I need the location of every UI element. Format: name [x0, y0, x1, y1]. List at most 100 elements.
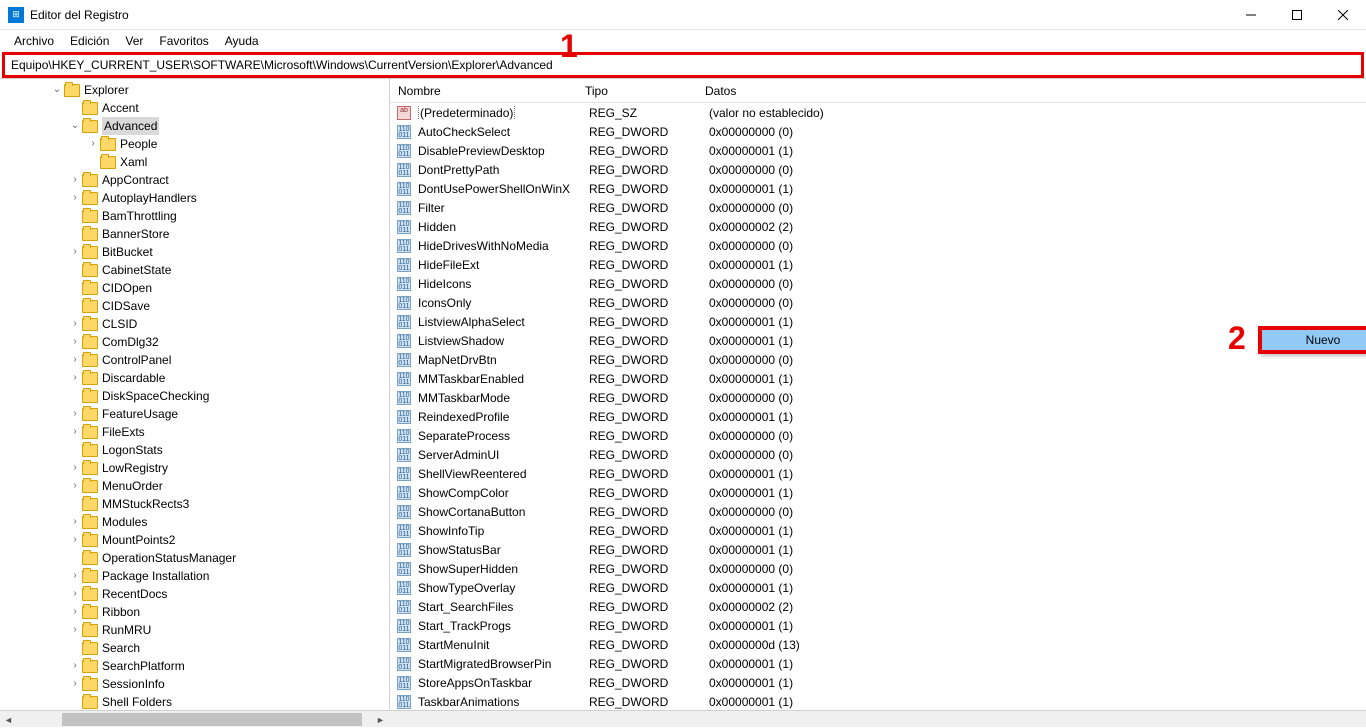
- chevron-icon[interactable]: ›: [86, 135, 100, 153]
- scroll-right-icon[interactable]: ►: [372, 711, 389, 728]
- tree-item[interactable]: ›SearchPlatform: [0, 657, 389, 675]
- tree-item[interactable]: ›SessionInfo: [0, 675, 389, 693]
- value-row[interactable]: 110 011StartMigratedBrowserPinREG_DWORD0…: [390, 654, 1366, 673]
- value-row[interactable]: 110 011HiddenREG_DWORD0x00000002 (2): [390, 217, 1366, 236]
- chevron-icon[interactable]: ⌄: [68, 117, 82, 135]
- chevron-icon[interactable]: ›: [68, 585, 82, 603]
- value-row[interactable]: 110 011ServerAdminUIREG_DWORD0x00000000 …: [390, 445, 1366, 464]
- value-row[interactable]: 110 011HideIconsREG_DWORD0x00000000 (0): [390, 274, 1366, 293]
- tree-item[interactable]: MMStuckRects3: [0, 495, 389, 513]
- tree-item[interactable]: CabinetState: [0, 261, 389, 279]
- chevron-icon[interactable]: ›: [68, 333, 82, 351]
- tree-item[interactable]: ›BitBucket: [0, 243, 389, 261]
- tree-item[interactable]: ›FeatureUsage: [0, 405, 389, 423]
- value-row[interactable]: 110 011AutoCheckSelectREG_DWORD0x0000000…: [390, 122, 1366, 141]
- value-row[interactable]: 110 011ReindexedProfileREG_DWORD0x000000…: [390, 407, 1366, 426]
- value-row[interactable]: 110 011ShellViewReenteredREG_DWORD0x0000…: [390, 464, 1366, 483]
- value-row[interactable]: 110 011Start_SearchFilesREG_DWORD0x00000…: [390, 597, 1366, 616]
- tree-item[interactable]: OperationStatusManager: [0, 549, 389, 567]
- value-row[interactable]: 110 011HideFileExtREG_DWORD0x00000001 (1…: [390, 255, 1366, 274]
- value-row[interactable]: 110 011DisablePreviewDesktopREG_DWORD0x0…: [390, 141, 1366, 160]
- value-row[interactable]: 110 011ListviewAlphaSelectREG_DWORD0x000…: [390, 312, 1366, 331]
- scroll-left-icon[interactable]: ◄: [0, 711, 17, 728]
- tree-item[interactable]: ›Package Installation: [0, 567, 389, 585]
- chevron-icon[interactable]: ›: [68, 477, 82, 495]
- chevron-icon[interactable]: ›: [68, 171, 82, 189]
- chevron-icon[interactable]: ›: [68, 243, 82, 261]
- value-row[interactable]: 110 011MMTaskbarEnabledREG_DWORD0x000000…: [390, 369, 1366, 388]
- menu-edicion[interactable]: Edición: [62, 32, 117, 50]
- chevron-icon[interactable]: ›: [68, 513, 82, 531]
- menu-ver[interactable]: Ver: [117, 32, 151, 50]
- chevron-icon[interactable]: ›: [68, 459, 82, 477]
- tree-item[interactable]: ›LowRegistry: [0, 459, 389, 477]
- tree-item[interactable]: ›ComDlg32: [0, 333, 389, 351]
- close-button[interactable]: [1320, 0, 1366, 30]
- tree-item[interactable]: ›RunMRU: [0, 621, 389, 639]
- value-row[interactable]: 110 011MMTaskbarModeREG_DWORD0x00000000 …: [390, 388, 1366, 407]
- value-row[interactable]: 110 011Start_TrackProgsREG_DWORD0x000000…: [390, 616, 1366, 635]
- tree-item[interactable]: Search: [0, 639, 389, 657]
- chevron-icon[interactable]: ⌄: [50, 81, 64, 99]
- value-row[interactable]: 110 011ShowCompColorREG_DWORD0x00000001 …: [390, 483, 1366, 502]
- col-type[interactable]: Tipo: [585, 84, 705, 98]
- minimize-button[interactable]: [1228, 0, 1274, 30]
- chevron-icon[interactable]: ›: [68, 675, 82, 693]
- tree-item[interactable]: LogonStats: [0, 441, 389, 459]
- value-row[interactable]: 110 011DontUsePowerShellOnWinXREG_DWORD0…: [390, 179, 1366, 198]
- tree-item[interactable]: ›MenuOrder: [0, 477, 389, 495]
- col-name[interactable]: Nombre: [390, 84, 585, 98]
- tree-item[interactable]: ›RecentDocs: [0, 585, 389, 603]
- value-row[interactable]: 110 011StartMenuInitREG_DWORD0x0000000d …: [390, 635, 1366, 654]
- maximize-button[interactable]: [1274, 0, 1320, 30]
- tree-item[interactable]: ›FileExts: [0, 423, 389, 441]
- values-panel[interactable]: Nombre Tipo Datos ab(Predeterminado)REG_…: [390, 79, 1366, 709]
- chevron-icon[interactable]: ›: [68, 405, 82, 423]
- value-row[interactable]: 110 011ShowSuperHiddenREG_DWORD0x0000000…: [390, 559, 1366, 578]
- col-data[interactable]: Datos: [705, 84, 1366, 98]
- menu-ayuda[interactable]: Ayuda: [217, 32, 267, 50]
- tree-item[interactable]: CIDOpen: [0, 279, 389, 297]
- chevron-icon[interactable]: ›: [68, 423, 82, 441]
- value-row[interactable]: 110 011TaskbarAnimationsREG_DWORD0x00000…: [390, 692, 1366, 709]
- value-row[interactable]: ab(Predeterminado)REG_SZ(valor no establ…: [390, 103, 1366, 122]
- menu-item-nuevo[interactable]: Nuevo ▶: [1262, 330, 1366, 350]
- value-row[interactable]: 110 011MapNetDrvBtnREG_DWORD0x00000000 (…: [390, 350, 1366, 369]
- chevron-icon[interactable]: ›: [68, 621, 82, 639]
- value-row[interactable]: 110 011ShowStatusBarREG_DWORD0x00000001 …: [390, 540, 1366, 559]
- value-row[interactable]: 110 011ListviewShadowREG_DWORD0x00000001…: [390, 331, 1366, 350]
- tree-item[interactable]: DiskSpaceChecking: [0, 387, 389, 405]
- chevron-icon[interactable]: ›: [68, 315, 82, 333]
- value-row[interactable]: 110 011SeparateProcessREG_DWORD0x0000000…: [390, 426, 1366, 445]
- tree-item[interactable]: ›ControlPanel: [0, 351, 389, 369]
- chevron-icon[interactable]: ›: [68, 351, 82, 369]
- tree-item[interactable]: ›AutoplayHandlers: [0, 189, 389, 207]
- tree-item[interactable]: ›People: [0, 135, 389, 153]
- tree-item[interactable]: ›AppContract: [0, 171, 389, 189]
- tree-item[interactable]: ⌄Explorer: [0, 81, 389, 99]
- tree-item[interactable]: Accent: [0, 99, 389, 117]
- value-row[interactable]: 110 011ShowInfoTipREG_DWORD0x00000001 (1…: [390, 521, 1366, 540]
- menu-favoritos[interactable]: Favoritos: [151, 32, 216, 50]
- chevron-icon[interactable]: ›: [68, 369, 82, 387]
- scroll-thumb[interactable]: [62, 713, 362, 726]
- horizontal-scrollbar[interactable]: ◄ ►: [0, 710, 1366, 727]
- address-bar[interactable]: Equipo\HKEY_CURRENT_USER\SOFTWARE\Micros…: [2, 52, 1364, 78]
- context-menu-nuevo[interactable]: Nuevo ▶: [1258, 326, 1366, 354]
- value-row[interactable]: 110 011ShowTypeOverlayREG_DWORD0x0000000…: [390, 578, 1366, 597]
- value-row[interactable]: 110 011ShowCortanaButtonREG_DWORD0x00000…: [390, 502, 1366, 521]
- tree-item[interactable]: ›MountPoints2: [0, 531, 389, 549]
- chevron-icon[interactable]: ›: [68, 567, 82, 585]
- tree-item[interactable]: ⌄Advanced: [0, 117, 389, 135]
- value-row[interactable]: 110 011HideDrivesWithNoMediaREG_DWORD0x0…: [390, 236, 1366, 255]
- tree-panel[interactable]: ⌄ExplorerAccent⌄Advanced›PeopleXaml›AppC…: [0, 79, 390, 709]
- value-row[interactable]: 110 011DontPrettyPathREG_DWORD0x00000000…: [390, 160, 1366, 179]
- tree-item[interactable]: ›Ribbon: [0, 603, 389, 621]
- menu-archivo[interactable]: Archivo: [6, 32, 62, 50]
- tree-item[interactable]: ›Modules: [0, 513, 389, 531]
- tree-item[interactable]: ›CLSID: [0, 315, 389, 333]
- chevron-icon[interactable]: ›: [68, 189, 82, 207]
- tree-item[interactable]: Xaml: [0, 153, 389, 171]
- chevron-icon[interactable]: ›: [68, 657, 82, 675]
- tree-item[interactable]: BamThrottling: [0, 207, 389, 225]
